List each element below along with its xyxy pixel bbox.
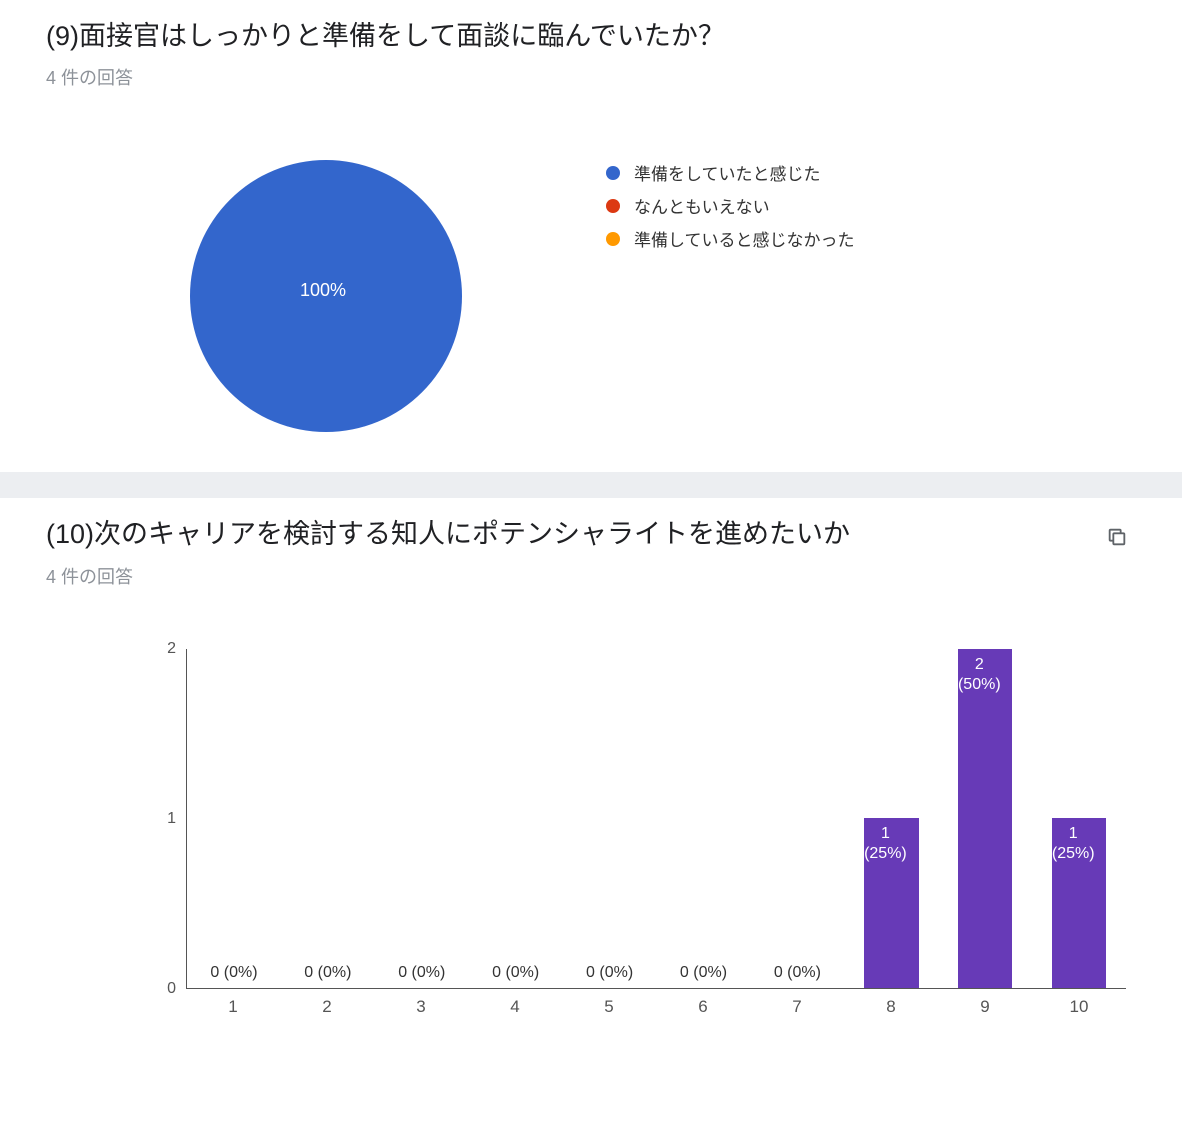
y-tick: 2 xyxy=(167,640,176,658)
x-tick: 4 xyxy=(468,989,562,1017)
bar-column[interactable]: 1(25%) xyxy=(1032,649,1126,988)
bar-column[interactable]: 0 (0%) xyxy=(563,649,657,988)
legend-item[interactable]: 準備していると感じなかった xyxy=(606,226,855,251)
x-tick: 2 xyxy=(280,989,374,1017)
bar: 1(25%) xyxy=(864,818,918,988)
x-tick: 8 xyxy=(844,989,938,1017)
bar: 2(50%) xyxy=(958,649,1012,988)
legend-dot-icon xyxy=(606,166,620,180)
question-10-chart-area: 0 1 2 0 (0%)0 (0%)0 (0%)0 (0%)0 (0%)0 (0… xyxy=(146,649,1126,1017)
bar-column[interactable]: 2(50%) xyxy=(938,649,1032,988)
copy-icon xyxy=(1106,526,1128,548)
x-tick: 7 xyxy=(750,989,844,1017)
section-divider xyxy=(0,472,1182,498)
question-9-section: (9)面接官はしっかりと準備をして面談に臨んでいたか？ 4 件の回答 100% … xyxy=(0,0,1182,472)
question-10-section: (10)次のキャリアを検討する知人にポテンシャライトを進めたいか 4 件の回答 … xyxy=(0,498,1182,1026)
bar-column[interactable]: 0 (0%) xyxy=(750,649,844,988)
bar-value-label: 0 (0%) xyxy=(210,964,257,982)
y-axis: 0 1 2 xyxy=(146,649,186,989)
bar-value-label: 1(25%) xyxy=(1052,824,1095,864)
question-10-title: (10)次のキャリアを検討する知人にポテンシャライトを進めたいか xyxy=(46,516,850,552)
x-tick: 1 xyxy=(186,989,280,1017)
bar-value-label: 0 (0%) xyxy=(774,964,821,982)
bar-value-label: 0 (0%) xyxy=(398,964,445,982)
x-axis: 12345678910 xyxy=(186,989,1126,1017)
bar-value-label: 0 (0%) xyxy=(492,964,539,982)
question-9-chart-area: 100% 準備をしていたと感じた なんともいえない 準備していると感じなかった xyxy=(46,160,1136,432)
question-9-responses: 4 件の回答 xyxy=(46,64,725,90)
pie-slice-label: 100% xyxy=(300,280,346,301)
legend-label: なんともいえない xyxy=(634,193,770,218)
bar-value-label: 2(50%) xyxy=(958,655,1001,695)
x-tick: 5 xyxy=(562,989,656,1017)
copy-button[interactable] xyxy=(1098,518,1136,556)
bar-column[interactable]: 1(25%) xyxy=(844,649,938,988)
bar-value-label: 0 (0%) xyxy=(586,964,633,982)
question-9-title: (9)面接官はしっかりと準備をして面談に臨んでいたか？ xyxy=(46,18,725,54)
legend-dot-icon xyxy=(606,232,620,246)
bar-column[interactable]: 0 (0%) xyxy=(187,649,281,988)
legend-item[interactable]: なんともいえない xyxy=(606,193,855,218)
legend-label: 準備をしていたと感じた xyxy=(634,160,821,185)
bar-plot[interactable]: 0 (0%) 0 (0%) 0 (0%) 0 (0%) 0 (0%) 0 (0%) 0 (0… xyxy=(186,649,1126,989)
bar-column[interactable]: 0 (0%) xyxy=(281,649,375,988)
bar-column[interactable]: 0 (0%) xyxy=(375,649,469,988)
x-tick: 9 xyxy=(938,989,1032,1017)
legend-item[interactable]: 準備をしていたと感じた xyxy=(606,160,855,185)
question-10-responses: 4 件の回答 xyxy=(46,563,850,589)
y-tick: 0 xyxy=(167,980,176,998)
x-tick: 6 xyxy=(656,989,750,1017)
bar: 1(25%) xyxy=(1052,818,1106,988)
legend-dot-icon xyxy=(606,199,620,213)
pie-chart[interactable]: 100% xyxy=(190,160,462,432)
bar-value-label: 1(25%) xyxy=(864,824,907,864)
y-tick: 1 xyxy=(167,810,176,828)
bar-value-label: 0 (0%) xyxy=(304,964,351,982)
x-tick: 3 xyxy=(374,989,468,1017)
bar-value-label: 0 (0%) xyxy=(680,964,727,982)
x-tick: 10 xyxy=(1032,989,1126,1017)
bar-column[interactable]: 0 (0%) xyxy=(657,649,751,988)
legend-label: 準備していると感じなかった xyxy=(634,226,855,251)
pie-legend: 準備をしていたと感じた なんともいえない 準備していると感じなかった xyxy=(606,160,855,259)
bar-column[interactable]: 0 (0%) xyxy=(469,649,563,988)
